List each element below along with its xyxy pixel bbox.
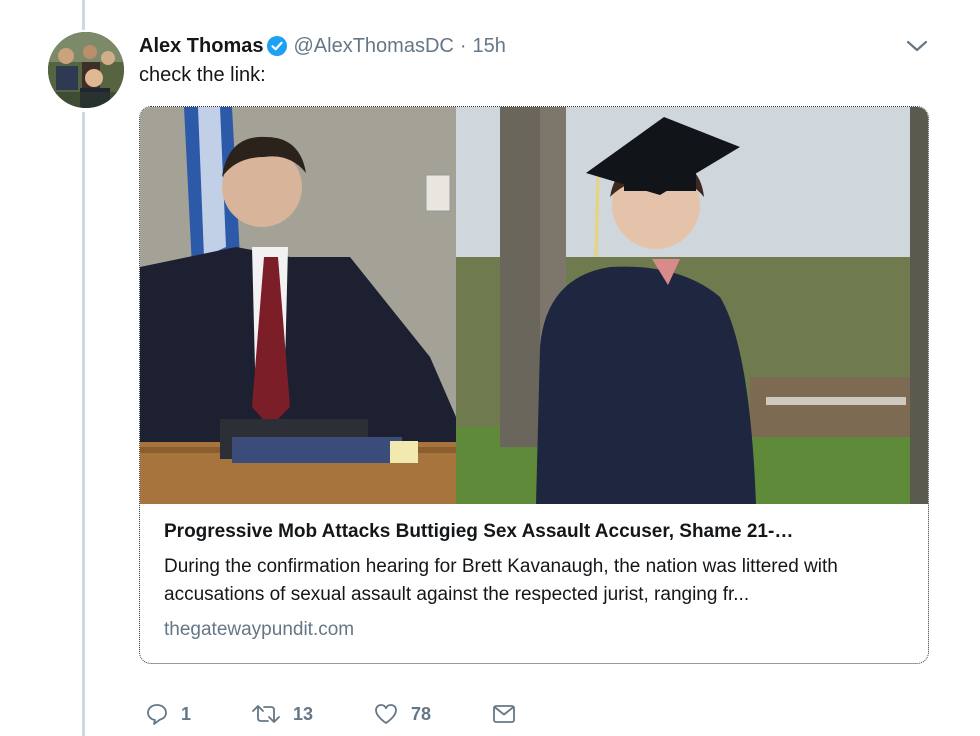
retweet-icon [252,705,280,723]
reply-count: 1 [181,703,192,724]
display-name[interactable]: Alex Thomas [139,35,263,58]
like-icon [375,704,397,724]
thread-line-top [82,0,85,30]
tweet-header: Alex Thomas @AlexThomasDC · 15h [139,32,506,60]
card-title[interactable]: Progressive Mob Attacks Buttigieg Sex As… [164,521,914,543]
retweet-count: 13 [293,703,314,724]
tweet-actions: 1 13 78 [145,699,589,729]
chevron-down-icon[interactable] [904,36,930,56]
card-domain: thegatewaypundit.com [164,619,355,640]
card-body: Progressive Mob Attacks Buttigieg Sex As… [164,521,914,641]
link-card[interactable]: Progressive Mob Attacks Buttigieg Sex As… [139,106,929,664]
retweet-button[interactable]: 13 [251,702,313,726]
avatar[interactable] [48,32,124,108]
direct-message-button[interactable] [491,702,529,726]
reply-icon [147,704,167,725]
verified-badge-icon [267,36,288,56]
handle[interactable]: @AlexThomasDC [293,35,453,58]
like-count: 78 [411,703,432,724]
tweet-text: check the link: [139,64,266,86]
like-button[interactable]: 78 [373,702,431,726]
direct-message-icon [493,705,515,723]
separator: · [459,34,467,57]
timestamp[interactable]: 15h [473,35,506,58]
card-description: During the confirmation hearing for Bret… [164,556,838,605]
thread-line-bottom [82,112,85,736]
card-image [140,107,928,504]
reply-button[interactable]: 1 [145,702,191,726]
